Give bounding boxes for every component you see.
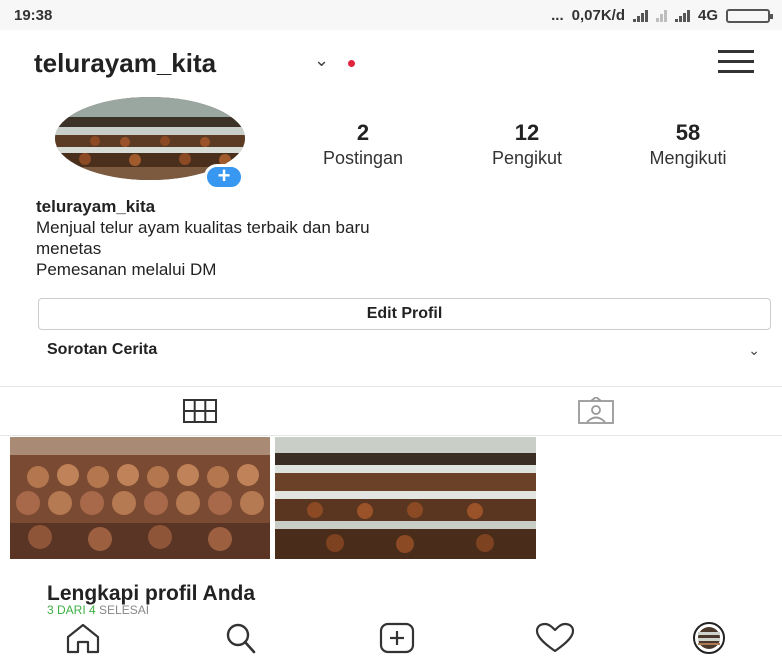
post-thumbnail[interactable]: [275, 437, 536, 559]
home-icon[interactable]: [60, 621, 106, 655]
network-type: 4G: [697, 7, 718, 24]
notification-dot: [348, 60, 355, 67]
stat-followers[interactable]: 12 Pengikut: [462, 120, 592, 169]
profile-avatar-icon[interactable]: [686, 621, 732, 655]
post-thumbnail[interactable]: [10, 437, 270, 559]
profile-tabs: [0, 386, 782, 436]
posts-count: 2: [356, 120, 370, 145]
signal-icon: [632, 9, 648, 22]
wifi-signal-icon: [655, 9, 667, 22]
posts-label: Postingan: [322, 148, 404, 168]
status-dots: ...: [551, 7, 564, 24]
chicken-coop-photo: [275, 437, 536, 559]
network-speed: 0,07K/d: [571, 7, 625, 24]
followers-label: Pengikut: [491, 148, 563, 168]
hamburger-menu-icon[interactable]: [718, 50, 754, 74]
signal-icon-secondary: [674, 9, 690, 22]
bio-line: Pemesanan melalui DM: [36, 260, 217, 279]
status-indicators: ... 0,07K/d 4G: [551, 7, 773, 24]
grid-icon[interactable]: [180, 397, 220, 425]
bio-line: menetas: [36, 239, 102, 258]
edit-profile-button[interactable]: Edit Profil: [38, 298, 771, 330]
bio-line: Menjual telur ayam kualitas terbaik dan …: [36, 218, 370, 237]
status-time: 19:38: [14, 7, 53, 24]
following-count: 58: [675, 120, 701, 145]
stat-following[interactable]: 58 Mengikuti: [618, 120, 758, 169]
chevron-down-icon[interactable]: ⌄: [314, 50, 329, 71]
followers-count: 12: [514, 120, 540, 145]
battery-icon: [726, 8, 773, 23]
search-icon[interactable]: [218, 621, 264, 655]
profile-header: telurayam_kita ⌄: [0, 30, 782, 90]
add-post-icon[interactable]: [374, 621, 420, 655]
eggs-tray-photo: [10, 437, 270, 559]
following-label: Mengikuti: [649, 148, 727, 168]
profile-bio: telurayam_kita Menjual telur ayam kualit…: [36, 196, 736, 280]
stat-posts[interactable]: 2 Postingan: [292, 120, 434, 169]
bottom-navigation: [0, 615, 782, 657]
add-story-button[interactable]: +: [204, 164, 244, 190]
status-bar: 19:38 ... 0,07K/d 4G: [0, 0, 782, 30]
heart-icon[interactable]: [532, 621, 578, 655]
bio-name: telurayam_kita: [36, 197, 156, 216]
chevron-down-icon[interactable]: ⌄: [748, 342, 760, 359]
account-username[interactable]: telurayam_kita: [34, 48, 216, 79]
story-highlights-label[interactable]: Sorotan Cerita: [47, 341, 157, 359]
tagged-person-icon[interactable]: [576, 395, 616, 425]
